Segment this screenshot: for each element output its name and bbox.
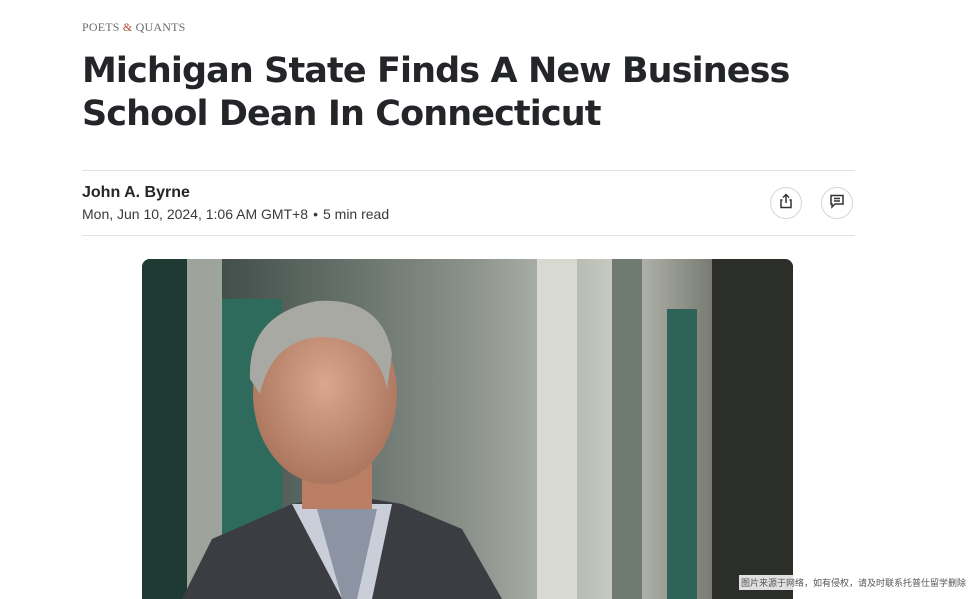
article-meta: Mon, Jun 10, 2024, 1:06 AM GMT+8 • 5 min r…	[82, 206, 389, 222]
share-button[interactable]	[770, 187, 802, 219]
byline: John A. Byrne Mon, Jun 10, 2024, 1:06 AM…	[82, 170, 855, 236]
article-title: Michigan State Finds A New Business Scho…	[82, 51, 790, 134]
watermark: 图片来源于网络，如有侵权，请及时联系托普仕留学删除	[738, 575, 968, 590]
logo-text-2: QUANTS	[132, 20, 186, 34]
logo-text-1: POETS	[82, 20, 123, 34]
publish-date: Mon, Jun 10, 2024, 1:06 AM GMT+8	[82, 206, 309, 222]
author-name[interactable]: John A. Byrne	[82, 184, 190, 202]
share-icon	[778, 192, 794, 214]
comment-button[interactable]	[821, 187, 853, 219]
meta-separator: •	[313, 206, 318, 222]
comment-icon	[829, 193, 845, 214]
read-time: 5 min read	[322, 206, 390, 222]
publisher-logo[interactable]: POETS & QUANTS	[82, 20, 186, 35]
hero-image[interactable]	[142, 259, 793, 599]
logo-ampersand: &	[122, 20, 133, 34]
